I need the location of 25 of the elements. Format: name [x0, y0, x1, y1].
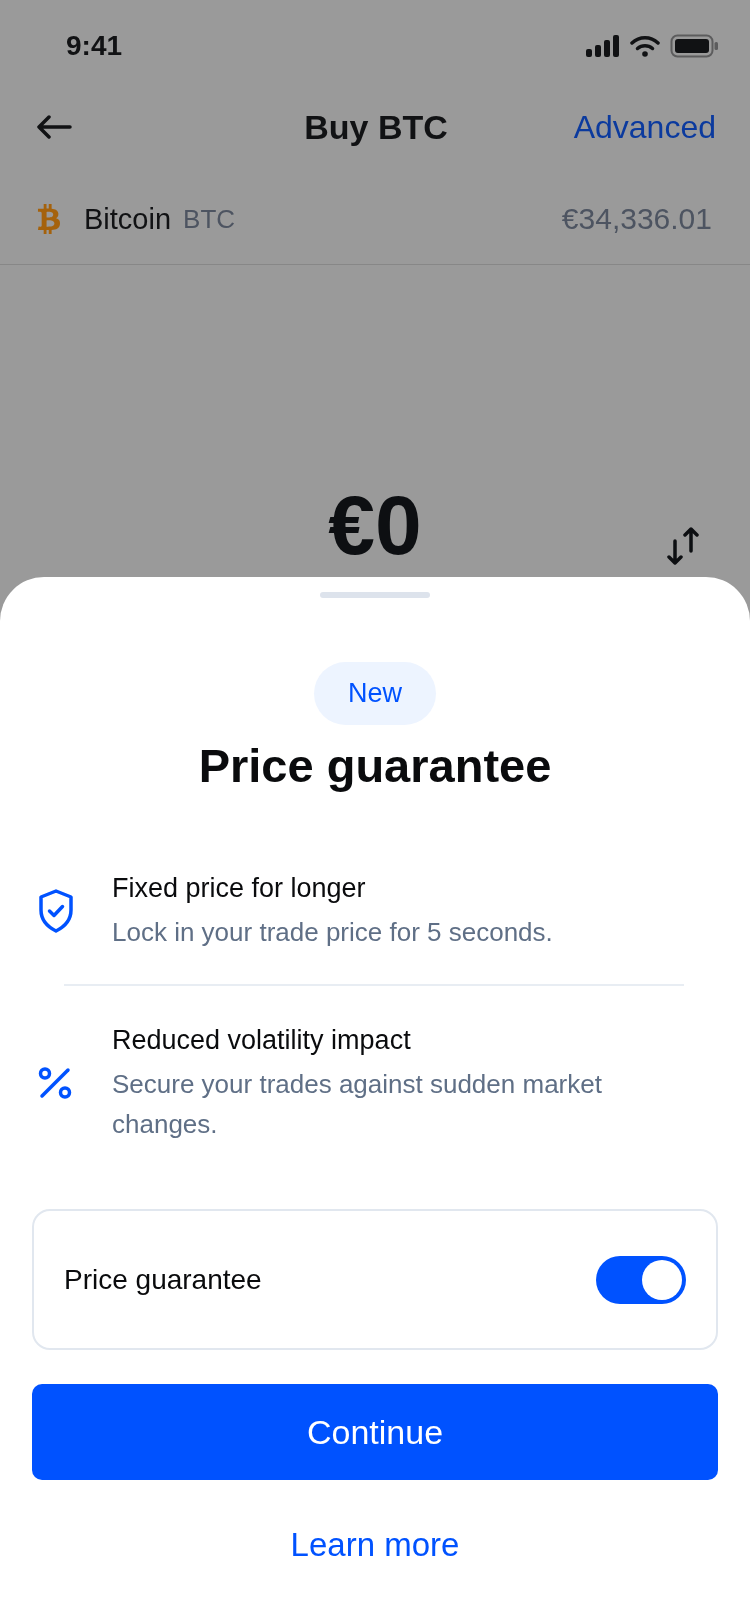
continue-button[interactable]: Continue [32, 1384, 718, 1480]
advanced-link[interactable]: Advanced [573, 108, 716, 146]
asset-price: €34,336.01 [561, 202, 712, 236]
new-badge: New [314, 662, 436, 725]
signal-icon [586, 35, 620, 57]
sheet-title: Price guarantee [197, 738, 553, 794]
percent-icon [38, 1067, 72, 1099]
asset-symbol: BTC [183, 203, 236, 235]
learn-more-link[interactable]: Learn more [290, 1521, 460, 1569]
toggle-switch[interactable] [596, 1255, 686, 1304]
shield-check-icon [38, 889, 74, 933]
status-time: 9:41 [66, 30, 123, 62]
drag-handle[interactable] [320, 592, 430, 598]
feature-description: Secure your trades against sudden market changes. [112, 1068, 603, 1141]
back-arrow-icon[interactable] [36, 115, 72, 139]
feature-title: Reduced volatility impact [112, 1024, 412, 1057]
feature-title: Fixed price for longer [112, 872, 367, 905]
wifi-icon [630, 35, 660, 57]
asset-name: Bitcoin [84, 202, 172, 236]
battery-icon [670, 34, 718, 58]
swap-arrows-icon[interactable] [666, 527, 700, 565]
feature-description: Lock in your trade price for 5 seconds. [112, 916, 554, 949]
setting-label: Price guarantee [64, 1263, 262, 1296]
page-title: Buy BTC [304, 107, 448, 147]
amount-value: €0 [328, 483, 422, 567]
